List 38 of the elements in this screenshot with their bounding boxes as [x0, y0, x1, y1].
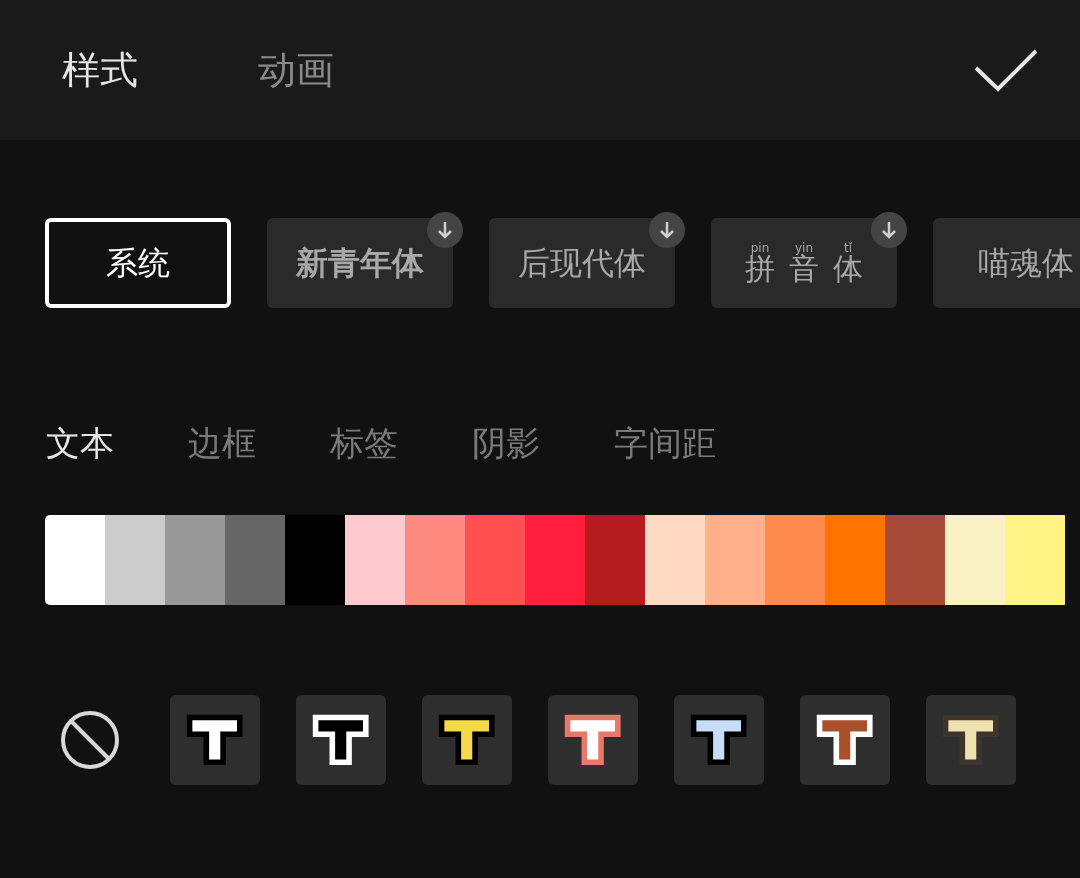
tab[interactable]: 文本 [46, 418, 114, 469]
color-swatch[interactable] [585, 515, 645, 605]
text-style-button[interactable] [548, 695, 638, 785]
color-swatch[interactable] [45, 515, 105, 605]
tab[interactable]: 动画 [258, 41, 334, 99]
tab[interactable]: 样式 [62, 41, 138, 99]
tab[interactable]: 标签 [330, 418, 398, 469]
color-swatch[interactable] [1005, 515, 1065, 605]
text-style-button[interactable] [170, 695, 260, 785]
text-style-button[interactable] [800, 695, 890, 785]
tab[interactable]: 阴影 [472, 418, 540, 469]
color-swatch[interactable] [465, 515, 525, 605]
font-chip[interactable]: pin 拼 yin 音 tǐ 体 [711, 218, 897, 308]
text-style-button[interactable] [926, 695, 1016, 785]
color-swatch[interactable] [645, 515, 705, 605]
font-chip[interactable]: 系统 [45, 218, 231, 308]
color-swatch[interactable] [225, 515, 285, 605]
color-swatch[interactable] [765, 515, 825, 605]
color-swatch[interactable] [405, 515, 465, 605]
confirm-check-icon[interactable] [974, 48, 1038, 92]
color-swatch[interactable] [945, 515, 1005, 605]
font-chip[interactable]: 后现代体 [489, 218, 675, 308]
font-chip[interactable]: 喵魂体 [933, 218, 1080, 308]
color-swatch[interactable] [525, 515, 585, 605]
text-style-button[interactable] [422, 695, 512, 785]
color-swatch[interactable] [345, 515, 405, 605]
tab[interactable]: 字间距 [614, 418, 716, 469]
color-swatch[interactable] [285, 515, 345, 605]
color-swatch[interactable] [885, 515, 945, 605]
tab[interactable]: 边框 [188, 418, 256, 469]
text-style-button[interactable] [674, 695, 764, 785]
no-style-icon[interactable] [60, 710, 120, 770]
color-swatch[interactable] [705, 515, 765, 605]
color-swatch[interactable] [825, 515, 885, 605]
color-swatch[interactable] [165, 515, 225, 605]
text-style-button[interactable] [296, 695, 386, 785]
font-chip[interactable]: 新青年体 [267, 218, 453, 308]
color-swatch[interactable] [105, 515, 165, 605]
